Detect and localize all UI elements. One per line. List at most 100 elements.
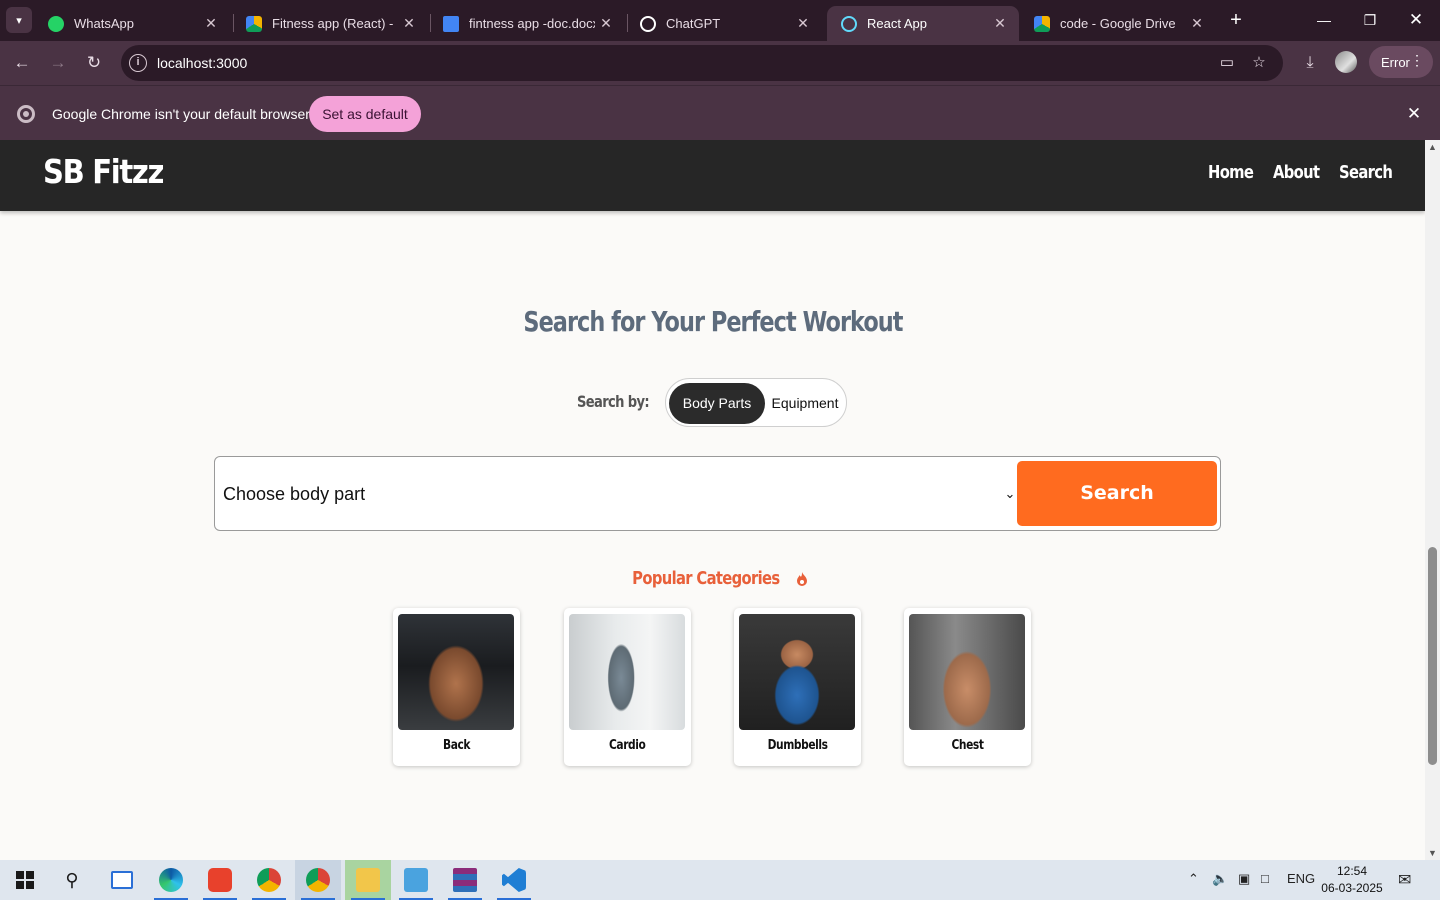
category-card-dumbbells[interactable]: Dumbbells: [734, 608, 861, 766]
forward-icon[interactable]: →: [46, 51, 70, 75]
edge-icon[interactable]: [148, 860, 194, 900]
close-icon[interactable]: ✕: [792, 15, 814, 32]
infobar-close-icon[interactable]: ✕: [1403, 103, 1425, 125]
category-card-chest[interactable]: Chest: [904, 608, 1031, 766]
more-menu-icon: ⋮: [1410, 52, 1424, 68]
dumbbells-workout-image: [739, 614, 855, 730]
fire-icon: [797, 572, 808, 586]
close-icon[interactable]: ✕: [989, 15, 1011, 32]
scroll-thumb[interactable]: [1428, 547, 1437, 765]
category-card-cardio[interactable]: Cardio: [564, 608, 691, 766]
reload-icon[interactable]: ↻: [82, 51, 106, 75]
category-label: Chest: [951, 738, 984, 753]
install-app-icon[interactable]: ▭: [1217, 53, 1237, 73]
tab-label: fintness app -doc.docx: [469, 16, 595, 31]
volume-icon[interactable]: 🔈: [1212, 871, 1228, 887]
meet-icon[interactable]: ▣: [1238, 871, 1250, 887]
tab-code-drive[interactable]: code - Google Drive ✕: [1020, 6, 1216, 41]
chevron-up-icon[interactable]: ⌃: [1188, 871, 1199, 887]
search-by-label: Search by:: [577, 392, 650, 411]
error-menu-button[interactable]: Error ⋮: [1369, 46, 1433, 78]
nav-search[interactable]: Search: [1339, 162, 1393, 183]
close-icon[interactable]: ✕: [595, 15, 617, 32]
google-docs-icon: [443, 15, 459, 32]
popular-categories-text: Popular Categories: [632, 568, 780, 589]
url-text[interactable]: localhost:3000: [157, 55, 247, 71]
profile-avatar[interactable]: [1335, 51, 1357, 73]
set-as-default-button[interactable]: Set as default: [309, 96, 421, 132]
wps-office-icon[interactable]: [197, 860, 243, 900]
tab-fitness-doc[interactable]: fintness app -doc.docx ✕: [429, 6, 625, 41]
page-viewport: SB Fitzz Home About Search Search for Yo…: [0, 140, 1425, 860]
bookmark-star-icon[interactable]: ☆: [1249, 53, 1269, 73]
chest-workout-image: [909, 614, 1025, 730]
close-icon[interactable]: ✕: [200, 15, 222, 32]
chrome-logo-icon: [17, 105, 35, 123]
tab-label: Fitness app (React) - Ha: [272, 16, 398, 31]
toggle-equipment[interactable]: Equipment: [765, 383, 845, 424]
cardio-workout-image: [569, 614, 685, 730]
nav-about[interactable]: About: [1273, 162, 1320, 183]
back-icon[interactable]: ←: [10, 51, 34, 75]
tab-search-icon[interactable]: ▾: [6, 7, 32, 33]
tab-label: code - Google Drive: [1060, 16, 1176, 31]
tab-react-app[interactable]: React App ✕: [827, 6, 1019, 41]
minimize-icon[interactable]: —: [1312, 8, 1336, 32]
start-icon[interactable]: [2, 860, 48, 900]
error-label: Error: [1381, 54, 1410, 70]
google-drive-icon: [246, 15, 262, 32]
language-indicator[interactable]: ENG: [1287, 871, 1315, 886]
window-close-icon[interactable]: ✕: [1404, 8, 1428, 32]
network-icon[interactable]: □: [1261, 871, 1269, 886]
default-browser-infobar: Google Chrome isn't your default browser…: [0, 85, 1440, 140]
tab-chatgpt[interactable]: ChatGPT ✕: [626, 6, 822, 41]
notifications-icon[interactable]: ✉: [1398, 870, 1411, 890]
chatgpt-icon: [640, 15, 656, 32]
page-scrollbar[interactable]: ▲ ▼: [1425, 140, 1440, 860]
restore-icon[interactable]: ❐: [1358, 8, 1382, 32]
close-icon[interactable]: ✕: [1186, 15, 1208, 32]
site-info-icon[interactable]: i: [129, 54, 147, 72]
back-workout-image: [398, 614, 514, 730]
tab-fitness-app-drive[interactable]: Fitness app (React) - Ha ✕: [232, 6, 428, 41]
react-icon: [841, 15, 857, 32]
body-part-select[interactable]: Choose body part: [223, 484, 365, 505]
nav-home[interactable]: Home: [1208, 162, 1254, 183]
new-tab-icon[interactable]: +: [1224, 8, 1248, 32]
scroll-down-icon[interactable]: ▼: [1428, 848, 1437, 858]
toggle-body-parts[interactable]: Body Parts: [669, 383, 765, 424]
windows-taskbar: ⚲ ⌃ 🔈 ▣ □ ENG 12:54 06-03-2025 ✉: [0, 860, 1440, 900]
system-clock[interactable]: 12:54 06-03-2025: [1320, 863, 1384, 897]
browser-toolbar: ← → ↻ i localhost:3000 ▭ ☆ ⤓ Error ⋮: [0, 41, 1440, 85]
clock-time: 12:54: [1336, 864, 1368, 878]
tab-label: ChatGPT: [666, 16, 721, 31]
search-icon[interactable]: ⚲: [49, 860, 95, 900]
clock-date: 06-03-2025: [1321, 881, 1383, 895]
task-view-icon[interactable]: [99, 860, 145, 900]
address-bar[interactable]: i localhost:3000 ▭ ☆: [121, 45, 1283, 81]
tab-whatsapp[interactable]: WhatsApp ✕: [34, 6, 230, 41]
scroll-up-icon[interactable]: ▲: [1428, 142, 1437, 152]
site-logo[interactable]: SB Fitzz: [43, 152, 164, 191]
chrome-profile-icon[interactable]: [295, 860, 341, 900]
category-card-back[interactable]: Back: [393, 608, 520, 766]
page-heading-text: Search for Your Perfect Workout: [522, 305, 903, 338]
category-label: Back: [442, 738, 471, 753]
search-form: Choose body part ⌄ Search: [214, 456, 1221, 531]
chrome-icon[interactable]: [246, 860, 292, 900]
winrar-icon[interactable]: [442, 860, 488, 900]
control-panel-icon[interactable]: [393, 860, 439, 900]
vscode-icon[interactable]: [491, 860, 537, 900]
category-label: Dumbbells: [767, 738, 828, 753]
close-icon[interactable]: ✕: [398, 15, 420, 32]
infobar-message: Google Chrome isn't your default browser: [52, 106, 310, 122]
file-explorer-icon[interactable]: [345, 860, 391, 900]
download-icon[interactable]: ⤓: [1298, 51, 1322, 75]
tab-label: React App: [867, 16, 927, 31]
search-button[interactable]: Search: [1017, 461, 1217, 526]
search-mode-toggle: Body Parts Equipment: [665, 378, 847, 427]
site-navbar: SB Fitzz Home About Search: [0, 140, 1425, 211]
google-drive-icon: [1034, 15, 1050, 32]
tab-label: WhatsApp: [74, 16, 134, 31]
chevron-down-icon[interactable]: ⌄: [1003, 486, 1017, 501]
